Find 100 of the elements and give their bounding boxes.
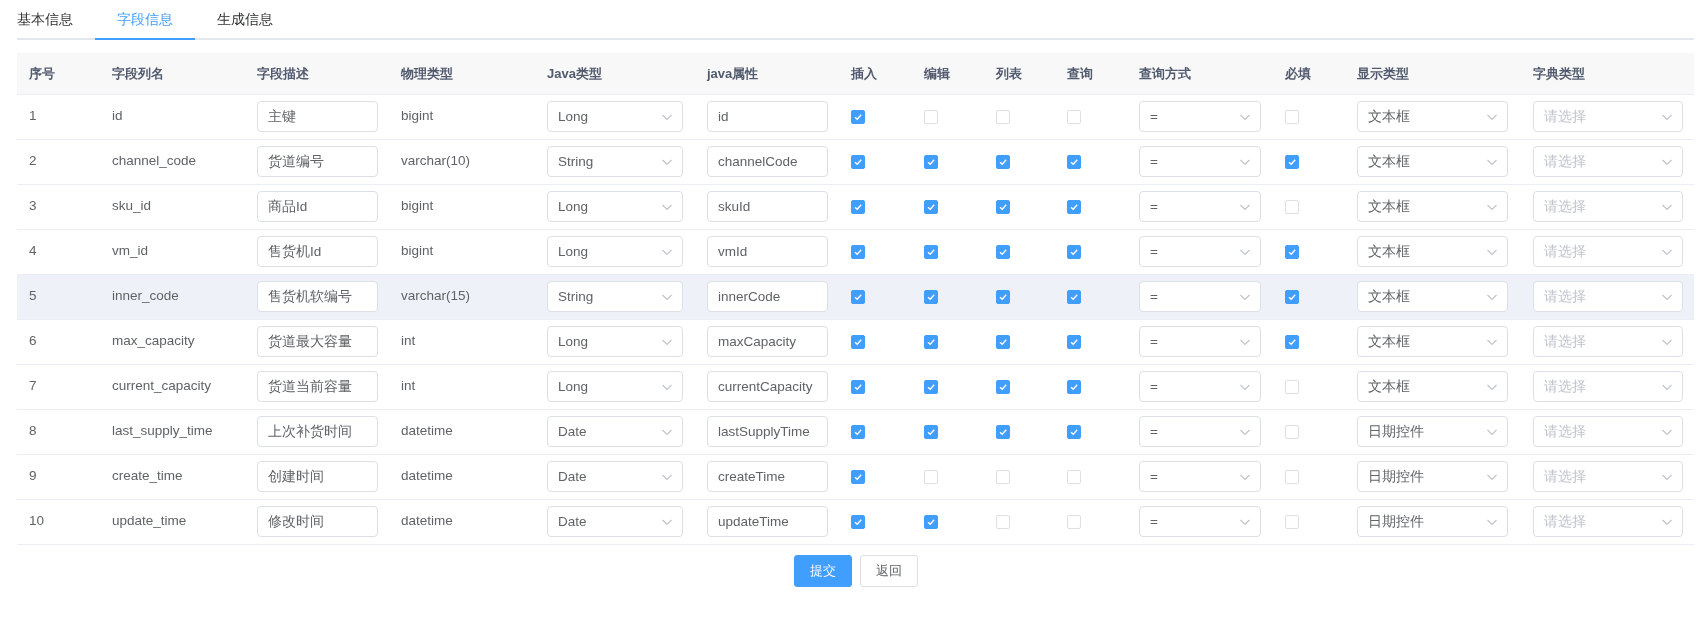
java-field-input[interactable]: maxCapacity	[707, 326, 828, 357]
display-type-select[interactable]: 日期控件	[1357, 416, 1508, 447]
description-field[interactable]: 货道当前容量	[257, 371, 378, 402]
description-field[interactable]: 售货机Id	[257, 236, 378, 267]
display-type-select[interactable]: 文本框	[1357, 101, 1508, 132]
dict-type-select[interactable]: 请选择	[1533, 281, 1683, 312]
checkbox[interactable]	[851, 334, 865, 349]
checkbox[interactable]	[924, 289, 938, 304]
dict-type-select[interactable]: 请选择	[1533, 236, 1683, 267]
dict-type-select[interactable]: 请选择	[1533, 146, 1683, 177]
display-type-select[interactable]: 文本框	[1357, 326, 1508, 357]
tab[interactable]: 基本信息	[17, 0, 95, 40]
dict-type-select[interactable]: 请选择	[1533, 506, 1683, 537]
checkbox[interactable]	[924, 514, 938, 529]
query-type-select[interactable]: =	[1139, 281, 1261, 312]
checkbox[interactable]	[924, 379, 938, 394]
checkbox[interactable]	[1285, 289, 1299, 304]
checkbox[interactable]	[1067, 244, 1081, 259]
java-field-input[interactable]: vmId	[707, 236, 828, 267]
query-type-select[interactable]: =	[1139, 146, 1261, 177]
display-type-select[interactable]: 日期控件	[1357, 461, 1508, 492]
java-type-select[interactable]: Long	[547, 191, 683, 222]
checkbox[interactable]	[996, 244, 1010, 259]
checkbox[interactable]	[851, 244, 865, 259]
java-type-select[interactable]: Date	[547, 461, 683, 492]
java-type-select[interactable]: Long	[547, 371, 683, 402]
display-type-select[interactable]: 文本框	[1357, 281, 1508, 312]
java-field-input[interactable]: createTime	[707, 461, 828, 492]
display-type-select[interactable]: 文本框	[1357, 236, 1508, 267]
description-field[interactable]: 货道最大容量	[257, 326, 378, 357]
checkbox[interactable]	[924, 199, 938, 214]
checkbox[interactable]	[1285, 244, 1299, 259]
java-field-input[interactable]: id	[707, 101, 828, 132]
java-type-select[interactable]: Long	[547, 326, 683, 357]
checkbox[interactable]	[851, 379, 865, 394]
query-type-select[interactable]: =	[1139, 191, 1261, 222]
query-type-select[interactable]: =	[1139, 101, 1261, 132]
description-field[interactable]: 货道编号	[257, 146, 378, 177]
checkbox[interactable]	[924, 424, 938, 439]
checkbox[interactable]	[996, 154, 1010, 169]
checkbox[interactable]	[996, 289, 1010, 304]
tab[interactable]: 生成信息	[195, 0, 295, 40]
java-type-select[interactable]: Date	[547, 416, 683, 447]
checkbox[interactable]	[924, 334, 938, 349]
checkbox[interactable]	[996, 424, 1010, 439]
checkbox[interactable]	[924, 244, 938, 259]
checkbox[interactable]	[1067, 334, 1081, 349]
java-field-input[interactable]: skuId	[707, 191, 828, 222]
checkbox[interactable]	[1067, 424, 1081, 439]
description-field[interactable]: 商品Id	[257, 191, 378, 222]
dict-type-select[interactable]: 请选择	[1533, 461, 1683, 492]
java-field-input[interactable]: updateTime	[707, 506, 828, 537]
checkbox[interactable]	[1067, 154, 1081, 169]
checkbox[interactable]	[851, 469, 865, 484]
java-field-input[interactable]: innerCode	[707, 281, 828, 312]
description-field[interactable]: 上次补货时间	[257, 416, 378, 447]
java-field-input[interactable]: lastSupplyTime	[707, 416, 828, 447]
checkbox[interactable]	[996, 379, 1010, 394]
display-type-select[interactable]: 文本框	[1357, 146, 1508, 177]
checkbox[interactable]	[1067, 289, 1081, 304]
query-type-select[interactable]: =	[1139, 461, 1261, 492]
checkbox[interactable]	[1067, 199, 1081, 214]
display-type-select[interactable]: 文本框	[1357, 191, 1508, 222]
java-type-select[interactable]: String	[547, 146, 683, 177]
description-field[interactable]: 售货机软编号	[257, 281, 378, 312]
dict-type-select[interactable]: 请选择	[1533, 191, 1683, 222]
description-field[interactable]: 创建时间	[257, 461, 378, 492]
description-field[interactable]: 修改时间	[257, 506, 378, 537]
column-name: create_time	[112, 468, 183, 484]
java-type-select[interactable]: String	[547, 281, 683, 312]
java-field-input[interactable]: currentCapacity	[707, 371, 828, 402]
checkbox[interactable]	[851, 109, 865, 124]
query-type-select[interactable]: =	[1139, 416, 1261, 447]
java-field-input[interactable]: channelCode	[707, 146, 828, 177]
dict-type-select[interactable]: 请选择	[1533, 101, 1683, 132]
query-type-select[interactable]: =	[1139, 506, 1261, 537]
checkbox[interactable]	[996, 334, 1010, 349]
checkbox[interactable]	[851, 514, 865, 529]
dict-type-select[interactable]: 请选择	[1533, 416, 1683, 447]
java-type-select[interactable]: Date	[547, 506, 683, 537]
query-type-select[interactable]: =	[1139, 371, 1261, 402]
checkbox[interactable]	[851, 424, 865, 439]
checkbox[interactable]	[1285, 334, 1299, 349]
checkbox[interactable]	[1285, 154, 1299, 169]
checkbox[interactable]	[851, 199, 865, 214]
dict-type-select[interactable]: 请选择	[1533, 326, 1683, 357]
checkbox[interactable]	[1067, 379, 1081, 394]
checkbox[interactable]	[851, 289, 865, 304]
description-field[interactable]: 主键	[257, 101, 378, 132]
checkbox[interactable]	[851, 154, 865, 169]
java-type-select[interactable]: Long	[547, 101, 683, 132]
query-type-select[interactable]: =	[1139, 236, 1261, 267]
display-type-select[interactable]: 日期控件	[1357, 506, 1508, 537]
query-type-select[interactable]: =	[1139, 326, 1261, 357]
checkbox[interactable]	[996, 199, 1010, 214]
java-type-select[interactable]: Long	[547, 236, 683, 267]
dict-type-select[interactable]: 请选择	[1533, 371, 1683, 402]
back-button[interactable]: 返回	[859, 554, 918, 587]
display-type-select[interactable]: 文本框	[1357, 371, 1508, 402]
checkbox[interactable]	[924, 154, 938, 169]
